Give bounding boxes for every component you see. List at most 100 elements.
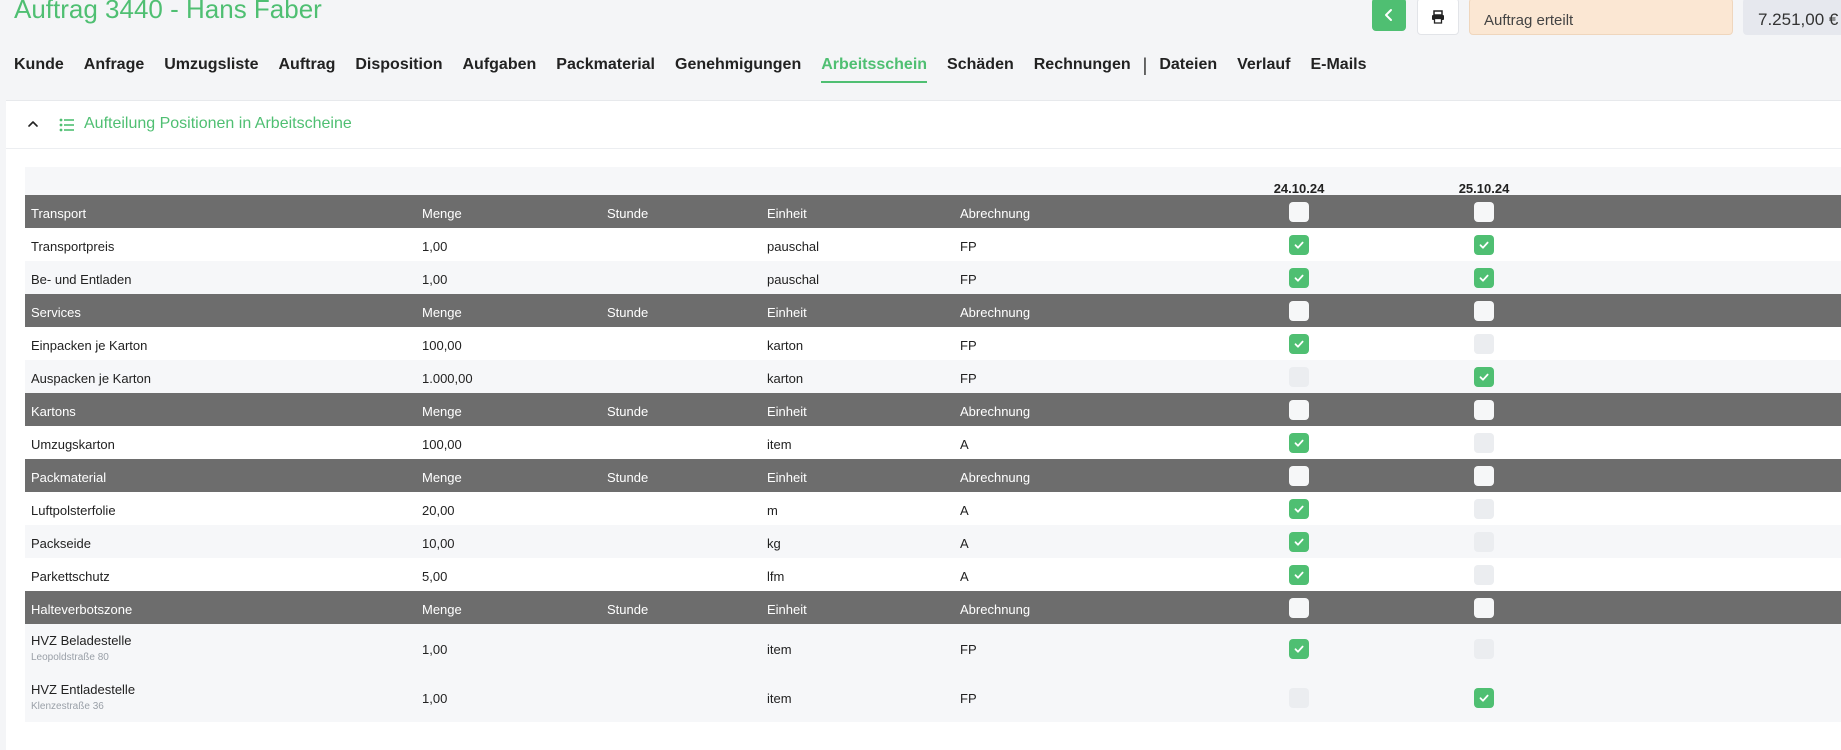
position-billing: A	[960, 536, 969, 551]
tab-arbeitsschein[interactable]: Arbeitsschein	[821, 54, 928, 83]
table-row: Umzugskarton 100,00 item A	[25, 426, 1841, 459]
tab-rechnungen[interactable]: Rechnungen	[1024, 54, 1141, 81]
position-name: HVZ Beladestelle	[31, 633, 132, 648]
check-icon	[1294, 274, 1304, 282]
checkbox-unchecked[interactable]	[1474, 432, 1494, 453]
tab-verlauf[interactable]: Verlauf	[1227, 54, 1300, 81]
position-unit: pauschal	[767, 239, 820, 254]
checkbox-unchecked[interactable]	[1289, 366, 1309, 387]
position-billing: FP	[960, 338, 977, 353]
checkbox-unchecked[interactable]	[1474, 531, 1494, 552]
position-quantity: 1,00	[422, 272, 448, 287]
checkbox-unchecked[interactable]	[1289, 597, 1309, 618]
date-column-header: 24.10.24	[1273, 181, 1325, 196]
column-label-stunde: Stunde	[607, 602, 649, 617]
tab-e-mails[interactable]: E-Mails	[1300, 54, 1376, 81]
group-row-halteverbotszone: Halteverbotszone Menge Stunde Einheit Abrech…	[25, 591, 1841, 624]
tab-schäden[interactable]: Schäden	[937, 54, 1024, 81]
column-label-stunde: Stunde	[607, 470, 649, 485]
order-status[interactable]: Auftrag erteilt	[1469, 0, 1733, 35]
table-row: HVZ Entladestelle Klenzestraße 36 1,00 item…	[25, 673, 1841, 722]
check-icon	[1479, 694, 1489, 702]
tab-auftrag[interactable]: Auftrag	[268, 54, 345, 81]
position-name: Be- und Entladen	[31, 272, 132, 287]
list-icon	[58, 116, 76, 134]
checkbox-unchecked[interactable]	[1474, 597, 1494, 618]
tab-disposition[interactable]: Disposition	[345, 54, 452, 81]
check-icon	[1294, 538, 1304, 546]
position-billing: FP	[960, 371, 977, 386]
column-label-einheit: Einheit	[767, 206, 807, 221]
table-row: Einpacken je Karton 100,00 karton FP	[25, 327, 1841, 360]
position-name: Auspacken je Karton	[31, 371, 151, 386]
date-column-header: 25.10.24	[1458, 181, 1510, 196]
tab-kunde[interactable]: Kunde	[0, 54, 74, 81]
panel-header[interactable]: Aufteilung Positionen in Arbeitscheine	[6, 101, 1841, 149]
checkbox-unchecked[interactable]	[1474, 498, 1494, 519]
checkbox-unchecked[interactable]	[1474, 333, 1494, 354]
position-unit: item	[767, 691, 792, 706]
check-icon	[1294, 340, 1304, 348]
tab-aufgaben[interactable]: Aufgaben	[452, 54, 546, 81]
checkbox-unchecked[interactable]	[1474, 300, 1494, 321]
check-icon	[1294, 439, 1304, 447]
table-row: Packseide 10,00 kg A	[25, 525, 1841, 558]
checkbox-checked[interactable]	[1289, 234, 1309, 255]
checkbox-unchecked[interactable]	[1289, 399, 1309, 420]
print-button[interactable]	[1417, 0, 1459, 35]
group-row-kartons: Kartons Menge Stunde Einheit Abrechnung	[25, 393, 1841, 426]
column-label-menge: Menge	[422, 206, 462, 221]
tab-anfrage[interactable]: Anfrage	[74, 54, 154, 81]
checkbox-checked[interactable]	[1289, 432, 1309, 453]
position-unit: pauschal	[767, 272, 820, 287]
checkbox-unchecked[interactable]	[1289, 300, 1309, 321]
checkbox-checked[interactable]	[1474, 234, 1494, 255]
position-unit: karton	[767, 371, 804, 386]
check-icon	[1294, 505, 1304, 513]
check-icon	[1294, 645, 1304, 653]
check-icon	[1294, 241, 1304, 249]
column-label-stunde: Stunde	[607, 404, 649, 419]
position-billing: FP	[960, 272, 977, 287]
position-address: Leopoldstraße 80	[31, 652, 109, 663]
column-label-abrechnung: Abrechnung	[960, 305, 1031, 320]
column-label-menge: Menge	[422, 602, 462, 617]
back-button[interactable]	[1372, 0, 1406, 31]
tab-umzugsliste[interactable]: Umzugsliste	[154, 54, 268, 81]
column-label-stunde: Stunde	[607, 206, 649, 221]
checkbox-checked[interactable]	[1474, 267, 1494, 288]
check-icon	[1479, 241, 1489, 249]
position-quantity: 1.000,00	[422, 371, 473, 386]
checkbox-checked[interactable]	[1289, 531, 1309, 552]
checkbox-checked[interactable]	[1289, 498, 1309, 519]
position-name: Parkettschutz	[31, 569, 110, 584]
checkbox-checked[interactable]	[1289, 564, 1309, 585]
column-label-einheit: Einheit	[767, 404, 807, 419]
column-label-einheit: Einheit	[767, 602, 807, 617]
tab-navigation: Kunde Anfrage Umzugsliste Auftrag Dispositio…	[0, 54, 1376, 86]
checkbox-unchecked[interactable]	[1474, 399, 1494, 420]
chevron-up-icon[interactable]	[24, 115, 42, 133]
tab-dateien[interactable]: Dateien	[1149, 54, 1227, 81]
work-sheet-panel: Aufteilung Positionen in Arbeitscheine 2…	[6, 100, 1841, 750]
position-name: Transportpreis	[31, 239, 115, 254]
checkbox-unchecked[interactable]	[1289, 465, 1309, 486]
checkbox-checked[interactable]	[1289, 333, 1309, 354]
position-billing: FP	[960, 642, 977, 657]
position-billing: FP	[960, 239, 977, 254]
checkbox-unchecked[interactable]	[1474, 564, 1494, 585]
group-name: Services	[31, 305, 81, 320]
column-label-stunde: Stunde	[607, 305, 649, 320]
checkbox-checked[interactable]	[1474, 687, 1494, 708]
checkbox-checked[interactable]	[1289, 638, 1309, 659]
checkbox-unchecked[interactable]	[1474, 465, 1494, 486]
checkbox-unchecked[interactable]	[1474, 638, 1494, 659]
tab-packmaterial[interactable]: Packmaterial	[546, 54, 665, 81]
group-name: Packmaterial	[31, 470, 107, 485]
tab-genehmigungen[interactable]: Genehmigungen	[665, 54, 811, 81]
checkbox-checked[interactable]	[1289, 267, 1309, 288]
checkbox-unchecked[interactable]	[1474, 201, 1494, 222]
checkbox-unchecked[interactable]	[1289, 687, 1309, 708]
checkbox-checked[interactable]	[1474, 366, 1494, 387]
checkbox-unchecked[interactable]	[1289, 201, 1309, 222]
